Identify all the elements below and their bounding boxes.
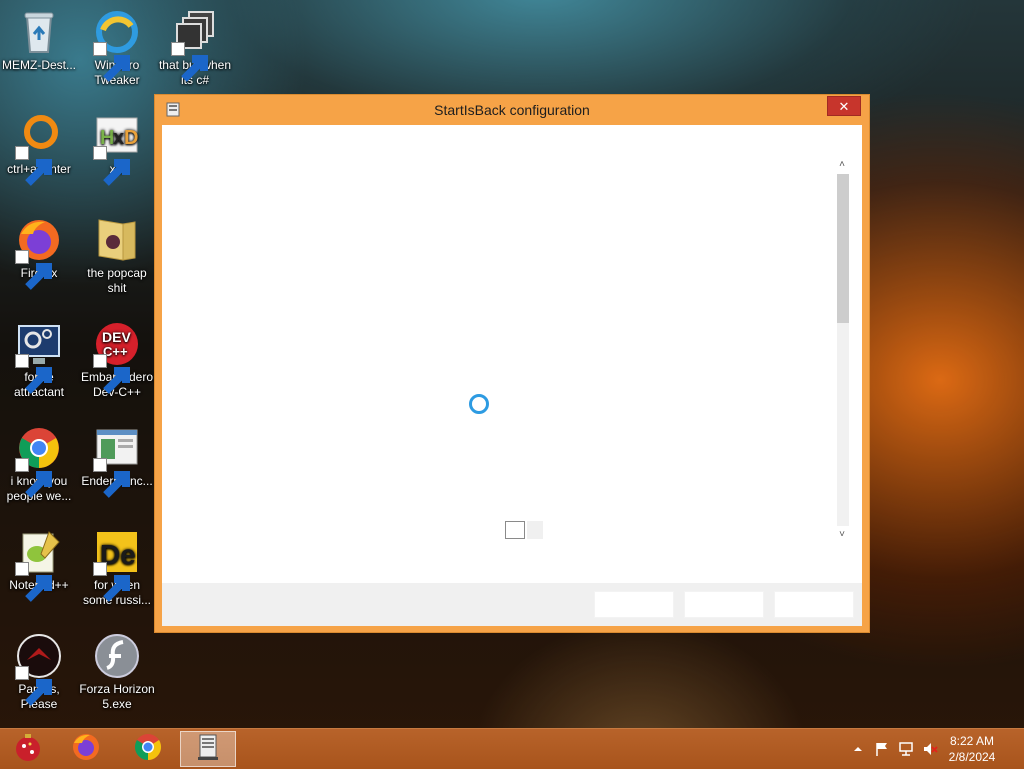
- desktop-icon-papers-please[interactable]: Papers, Please: [0, 632, 78, 712]
- hxd-icon: HxD: [93, 112, 141, 186]
- desktop-icon-csharp[interactable]: that but when its c#: [156, 8, 234, 88]
- window-title: StartIsBack configuration: [434, 102, 590, 118]
- desktop-icon-devcpp[interactable]: DEV C++ Embarcadero Dev-C++: [78, 320, 156, 400]
- network-icon[interactable]: [898, 741, 914, 757]
- checkbox[interactable]: [505, 521, 525, 539]
- winaero-icon: [93, 8, 141, 82]
- desktop-icon-label: Forza Horizon 5.exe: [79, 682, 155, 711]
- shortcut-arrow-icon: [15, 354, 52, 394]
- desktop-icon-firefox[interactable]: Firefox: [0, 216, 78, 290]
- firefox-icon: [70, 731, 102, 768]
- desktop-icon-xd[interactable]: HxD xD: [78, 112, 156, 186]
- flash-icon: [93, 632, 141, 680]
- desktop-icon-notepadpp[interactable]: Notepad++: [0, 528, 78, 602]
- stack-windows-icon: [171, 8, 219, 82]
- svg-text:DEV: DEV: [102, 329, 131, 345]
- shortcut-arrow-icon: [93, 42, 130, 82]
- desktop-icon-label: MEMZ-Dest...: [2, 58, 76, 72]
- shortcut-arrow-icon: [15, 146, 52, 186]
- firefox-icon: [15, 216, 63, 290]
- start-button[interactable]: [0, 731, 56, 767]
- footer-button-3[interactable]: [774, 591, 854, 618]
- shortcut-arrow-icon: [15, 250, 52, 290]
- desktop-icon-chrome[interactable]: i know you people we...: [0, 424, 78, 504]
- content-scroll-area[interactable]: ˄ ˅: [162, 125, 862, 583]
- desktop-icon-russian[interactable]: De for when some russi...: [78, 528, 156, 608]
- settings-monitor-icon: [15, 320, 63, 394]
- shortcut-arrow-icon: [15, 666, 52, 706]
- startisback-config-window: StartIsBack configuration ✕ ˄ ˅: [154, 94, 870, 633]
- loading-spinner-icon: [469, 394, 489, 414]
- chrome-icon: [15, 424, 63, 498]
- volume-muted-icon[interactable]: [922, 741, 938, 757]
- desktop-icon-label: the popcap shit: [87, 266, 147, 295]
- desktop-icon-forza[interactable]: Forza Horizon 5.exe: [78, 632, 156, 712]
- chrome-icon: [132, 731, 164, 768]
- taskbar: 8:22 AM 2/8/2024: [0, 728, 1024, 769]
- taskbar-firefox[interactable]: [58, 731, 114, 767]
- shortcut-arrow-icon: [93, 458, 130, 498]
- window-client-area: ˄ ˅: [162, 125, 862, 626]
- de-icon: De: [93, 528, 141, 602]
- startisback-icon: [192, 731, 224, 768]
- dialog-footer: [162, 583, 862, 626]
- taskbar-chrome[interactable]: [120, 731, 176, 767]
- notepadpp-icon: [15, 528, 63, 602]
- shortcut-arrow-icon: [93, 146, 130, 186]
- taskbar-startisback[interactable]: [180, 731, 236, 767]
- checkbox-label: [527, 521, 543, 539]
- scroll-thumb[interactable]: [837, 174, 849, 323]
- show-hidden-icon[interactable]: [850, 741, 866, 757]
- desktop-icon-forkie[interactable]: forkie attractant: [0, 320, 78, 400]
- shortcut-arrow-icon: [93, 562, 130, 602]
- ornament-icon: [12, 731, 44, 768]
- shortcut-arrow-icon: [93, 354, 130, 394]
- footer-button-2[interactable]: [684, 591, 764, 618]
- clock-date: 2/8/2024: [948, 750, 996, 764]
- desktop-icon-endermanch[interactable]: Endermanc...: [78, 424, 156, 498]
- desktop-icon-ctrl-a[interactable]: ctrl+a, enter: [0, 112, 78, 186]
- folder-icon: [93, 216, 141, 264]
- desktop-icon-memz[interactable]: MEMZ-Dest...: [0, 8, 78, 73]
- desktop-icon-popcap[interactable]: the popcap shit: [78, 216, 156, 296]
- shortcut-arrow-icon: [15, 458, 52, 498]
- shortcut-arrow-icon: [15, 562, 52, 602]
- orange-ring-icon: [15, 112, 63, 186]
- footer-button-1[interactable]: [594, 591, 674, 618]
- scroll-up-icon[interactable]: ˄: [834, 157, 850, 173]
- close-button[interactable]: ✕: [827, 96, 861, 116]
- vertical-scrollbar[interactable]: ˄ ˅: [834, 157, 850, 543]
- window-screenshot-icon: [93, 424, 141, 498]
- clock-time: 8:22 AM: [949, 734, 995, 748]
- title-bar[interactable]: StartIsBack configuration ✕: [155, 95, 869, 125]
- system-clock[interactable]: 8:22 AM 2/8/2024: [942, 733, 1002, 765]
- shortcut-arrow-icon: [171, 42, 208, 82]
- desktop-icon-winaero[interactable]: Winaero Tweaker: [78, 8, 156, 88]
- scroll-down-icon[interactable]: ˅: [834, 527, 850, 543]
- flag-icon[interactable]: [874, 741, 890, 757]
- recycle-bin-icon: [15, 8, 63, 56]
- papers-please-icon: [15, 632, 63, 706]
- svg-text:D: D: [124, 127, 138, 149]
- svg-text:x: x: [113, 127, 124, 149]
- devcpp-icon: DEV C++: [93, 320, 141, 394]
